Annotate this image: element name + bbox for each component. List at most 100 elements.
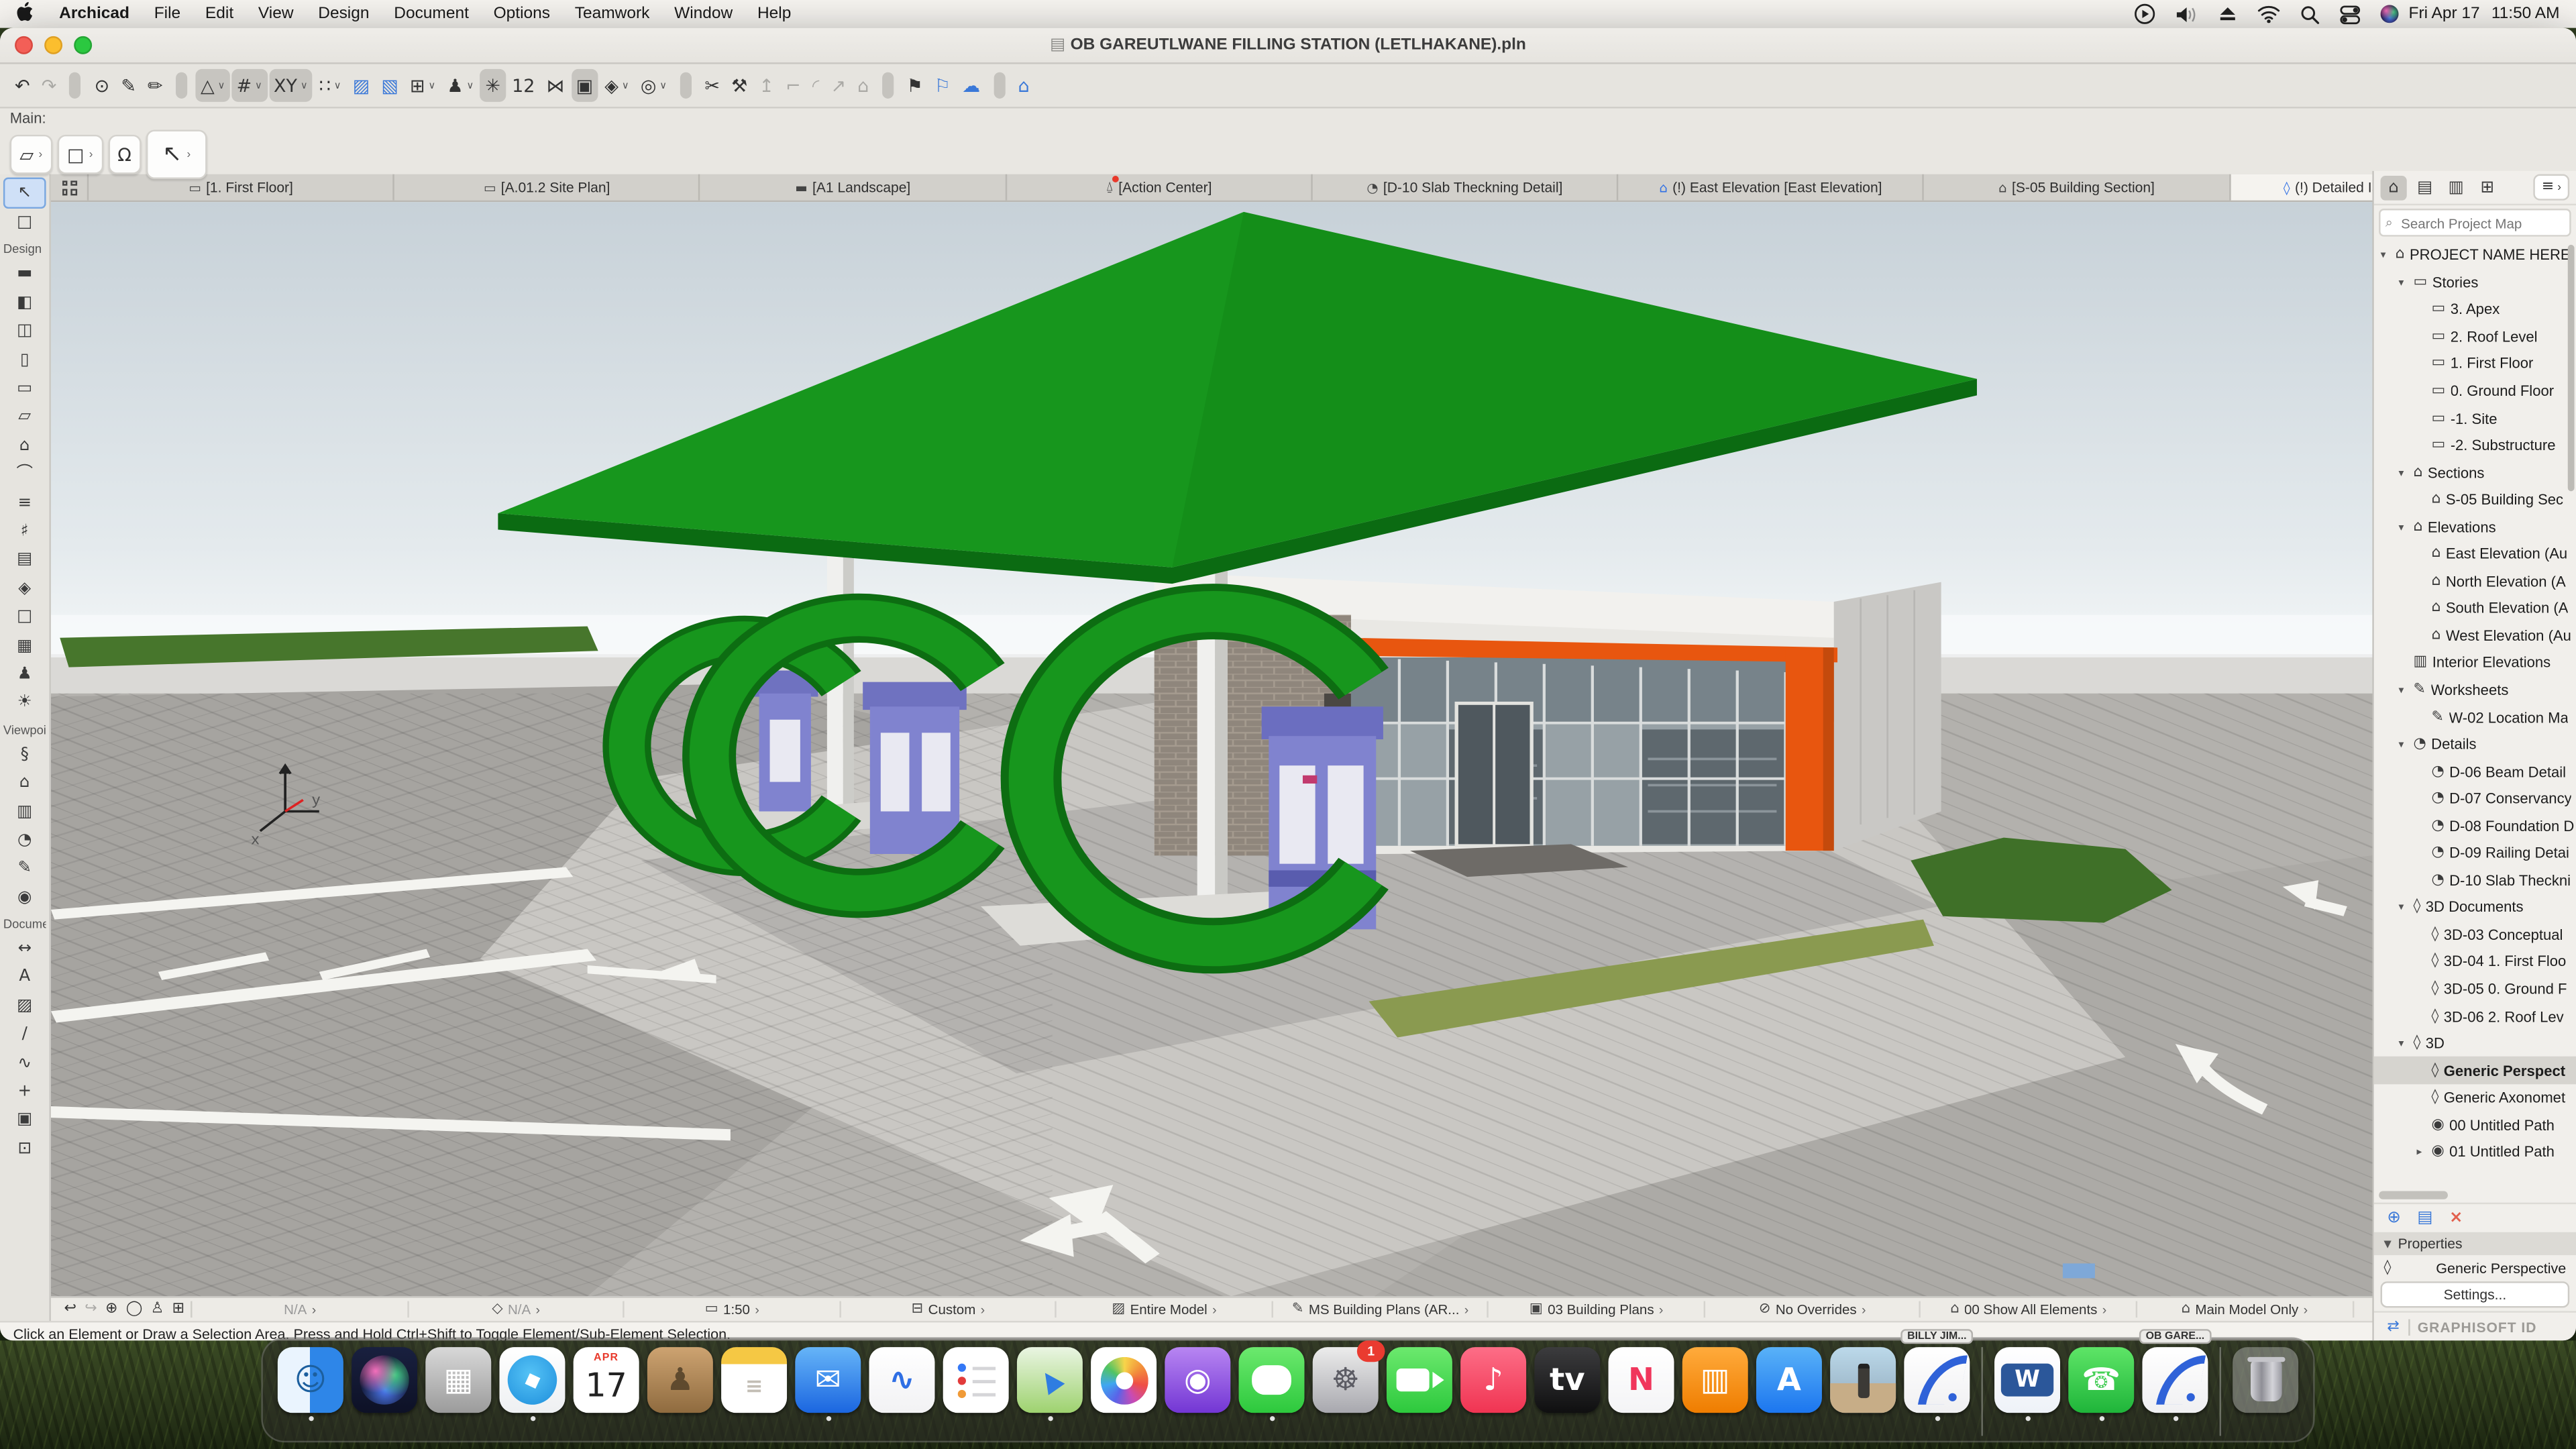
favorites-button[interactable]: ▨ (347, 69, 374, 102)
align-button[interactable]: ↥ (754, 69, 779, 102)
tree-project-root[interactable]: ▾ ⌂ PROJECT NAME HERE (2374, 241, 2576, 269)
tree-sections[interactable]: ▾ ⌂ Sections (2374, 459, 2576, 486)
tree-interior-elevations[interactable]: ▥ Interior Elevations (2374, 649, 2576, 677)
tree-detail-d08[interactable]: ◔ D-08 Foundation D (2374, 812, 2576, 840)
graphic-overrides-selector[interactable]: ⊘ No Overrides › (1705, 1301, 1921, 1318)
camera-tool[interactable]: ◉ (3, 884, 46, 913)
dock-word[interactable]: W (1993, 1347, 2062, 1421)
text-tool[interactable]: A (3, 964, 46, 993)
tree-story-first-floor[interactable]: ▭ 1. First Floor (2374, 350, 2576, 378)
delete-viewpoint-button[interactable]: × (2449, 1209, 2463, 1227)
elevation-tool[interactable]: ⌂ (3, 769, 46, 798)
tree-3ddoc-04[interactable]: ◊ 3D-04 1. First Floo (2374, 949, 2576, 976)
menu-item[interactable]: View (258, 5, 294, 23)
dock-launchpad[interactable]: ▦ (424, 1347, 493, 1421)
menu-item[interactable]: Document (394, 5, 469, 23)
interior-elevation-tool[interactable]: ▥ (3, 798, 46, 827)
morph-tool[interactable]: ◈ (3, 575, 46, 604)
orbit-button[interactable]: ◯ (126, 1301, 143, 1318)
shell-tool[interactable]: ⌒ (3, 461, 46, 490)
layer-combination-selector[interactable]: ⌂ 00 Show All Elements › (1921, 1301, 2137, 1318)
dock-system-settings[interactable]: 1 ☸ (1311, 1347, 1380, 1421)
back-button[interactable]: ↩ (64, 1301, 76, 1318)
project-map-search[interactable]: ⌕ (2379, 209, 2571, 237)
slab-tool[interactable]: ▱ (3, 404, 46, 433)
tree-elevation-east[interactable]: ⌂ East Elevation (Au (2374, 541, 2576, 568)
tree-elevation-south[interactable]: ⌂ South Elevation (A (2374, 595, 2576, 623)
volume-icon[interactable] (2176, 4, 2198, 23)
dock-news[interactable]: N (1607, 1347, 1676, 1421)
scale-selector[interactable]: ▭ 1:50 › (625, 1301, 841, 1318)
tree-elevation-north[interactable]: ⌂ North Elevation (A (2374, 568, 2576, 595)
measure-button[interactable]: 12 (507, 69, 540, 102)
arrow-tool[interactable]: ↖ (3, 177, 46, 209)
pick-up-parameters-button[interactable]: ✎ (116, 69, 141, 102)
model-view-options-selector[interactable]: ▣ 03 Building Plans › (1489, 1301, 1705, 1318)
project-map-button[interactable]: ⌂ (2381, 175, 2407, 200)
layer-preset-selector[interactable]: ⊟ Custom › (841, 1301, 1057, 1318)
railing-tool[interactable]: ♯ (3, 518, 46, 547)
tree-detail-d06[interactable]: ◔ D-06 Beam Detail (2374, 758, 2576, 786)
zoom-preset-selector[interactable]: N/A › (193, 1301, 409, 1318)
menu-date[interactable]: Fri Apr 17 (2409, 5, 2480, 23)
tree-3ddoc-06[interactable]: ◊ 3D-06 2. Roof Lev (2374, 1003, 2576, 1030)
tree-3d[interactable]: ▾ ◊ 3D (2374, 1030, 2576, 1057)
menu-archicad[interactable]: Archicad (59, 5, 129, 23)
settings-button[interactable]: Settings... (2381, 1281, 2570, 1307)
roof-tool[interactable]: ⌂ (3, 432, 46, 461)
wifi-icon[interactable] (2257, 5, 2280, 23)
stair-tool[interactable]: ≡ (3, 490, 46, 519)
dock-calendar[interactable]: APR 17 (572, 1347, 641, 1421)
structure-display-selector[interactable]: ▨ Entire Model › (1057, 1301, 1273, 1318)
zoom-button[interactable] (74, 36, 92, 54)
worksheet-tool[interactable]: ✎ (3, 855, 46, 884)
tree-elevations[interactable]: ▾ ⌂ Elevations (2374, 513, 2576, 541)
dock-tv[interactable]: tv (1533, 1347, 1602, 1421)
forward-button[interactable]: ↪ (85, 1301, 97, 1318)
dock-siri[interactable] (350, 1347, 419, 1421)
tree-scrollbar[interactable] (2568, 245, 2575, 491)
pen-set-selector[interactable]: ✎ MS Building Plans (AR... › (1273, 1301, 1489, 1318)
marquee-rect-button[interactable]: □› (57, 135, 103, 174)
layout-book-button[interactable]: ▥ (2443, 175, 2469, 200)
tree-story-substructure[interactable]: ▭ -2. Substructure (2374, 432, 2576, 460)
column-tool[interactable]: ▯ (3, 347, 46, 376)
toolbar-divider[interactable] (882, 72, 894, 99)
apple-menu[interactable] (16, 1, 34, 27)
toolbar-divider[interactable] (994, 72, 1005, 99)
trim-button[interactable]: ⌐ (781, 69, 806, 102)
fit-in-window-button[interactable]: ⊞ (172, 1301, 184, 1318)
magnet-snap-button[interactable]: Ω (108, 135, 142, 174)
lamp-tool[interactable]: ☀ (3, 690, 46, 718)
navigator-menu-button[interactable]: ≡› (2534, 174, 2570, 201)
adjust-button[interactable]: ⚒ (727, 69, 753, 102)
zone-tool[interactable]: □ (3, 604, 46, 633)
control-center-icon[interactable] (2340, 4, 2361, 23)
tree-stories[interactable]: ▾ ▭ Stories (2374, 269, 2576, 297)
toolbar-divider[interactable] (176, 72, 187, 99)
split-button[interactable]: ✂ (700, 69, 724, 102)
dock-whatsapp[interactable]: ☎ (2067, 1347, 2136, 1421)
undo-button[interactable]: ↶ (10, 69, 35, 102)
dock-maps[interactable]: ▲ (1015, 1347, 1084, 1421)
fillet-button[interactable]: ◜ (808, 69, 824, 102)
add-viewpoint-button[interactable]: ⊕ (2387, 1209, 2401, 1227)
dock-music[interactable]: ♪ (1459, 1347, 1528, 1421)
tree-detail-d07[interactable]: ◔ D-07 Conservancy (2374, 785, 2576, 812)
viewpoint-settings-button[interactable]: ▤ (2417, 1209, 2432, 1227)
virtual-trace-button[interactable]: ✳ (480, 69, 505, 102)
explore-walk-button[interactable]: ♙ (151, 1301, 164, 1318)
marquee-poly-button[interactable]: ▱› (10, 135, 52, 174)
dock-podcasts[interactable]: ◉ (1163, 1347, 1232, 1421)
dock-safari[interactable]: ◆ (498, 1347, 567, 1421)
revolve-button[interactable]: ◎∨ (635, 69, 672, 102)
publisher-sets-button[interactable]: ⊞ (2474, 175, 2500, 200)
favorites-selector[interactable]: ◇ N/A › (409, 1301, 625, 1318)
tree-3ddoc-05[interactable]: ◊ 3D-05 0. Ground F (2374, 975, 2576, 1003)
tree-worksheet-w02[interactable]: ✎ W-02 Location Ma (2374, 704, 2576, 731)
toolbar-divider[interactable] (680, 72, 692, 99)
dock-divider[interactable] (1981, 1347, 1982, 1436)
tree-story-ground-floor[interactable]: ▭ 0. Ground Floor (2374, 378, 2576, 405)
dock-contacts[interactable]: ♟ (645, 1347, 714, 1421)
set-square-button[interactable]: △∨ (196, 69, 230, 102)
